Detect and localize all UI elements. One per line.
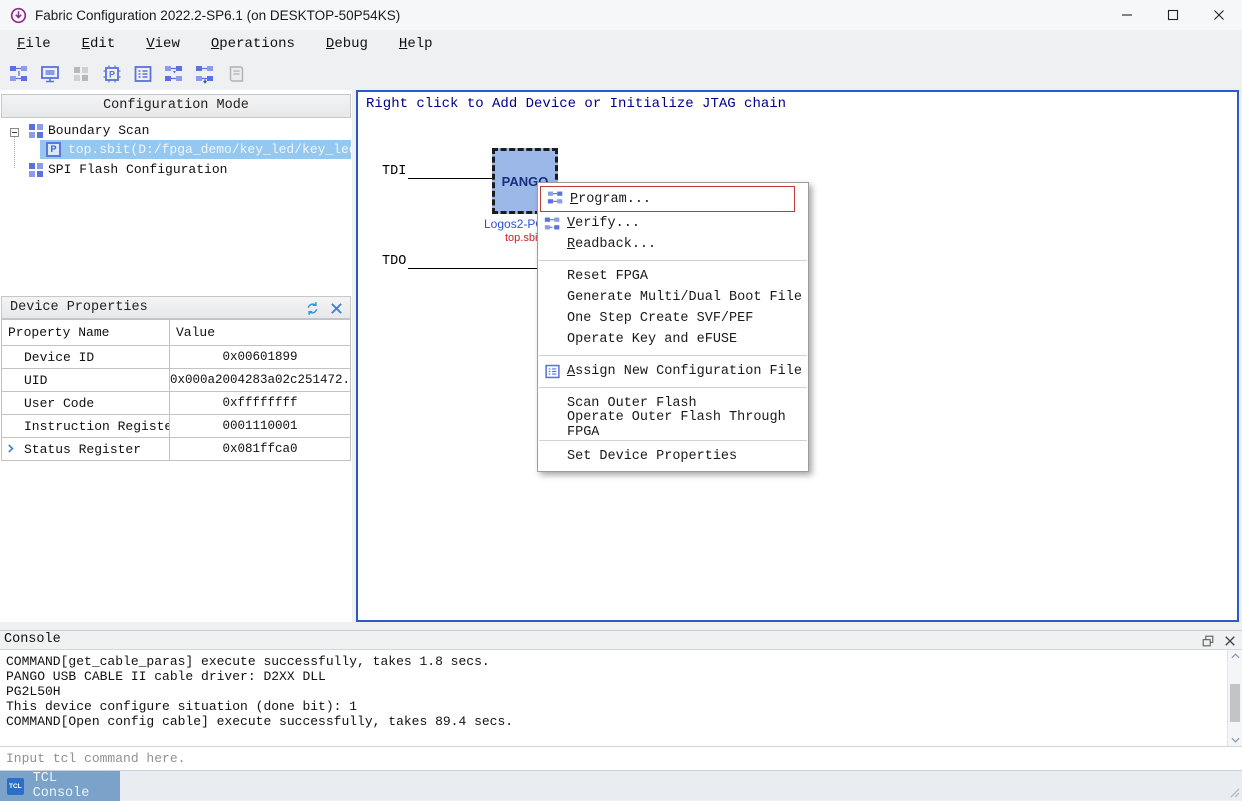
spi-flash-icon	[28, 162, 43, 177]
console-scrollbar[interactable]	[1227, 650, 1242, 746]
app-icon	[10, 7, 27, 24]
console-line: PG2L50H	[6, 684, 1222, 699]
configuration-mode-header: Configuration Mode	[1, 94, 351, 118]
tdo-label: TDO	[382, 254, 406, 269]
scrollbar-thumb[interactable]	[1230, 684, 1240, 722]
float-panel-icon[interactable]	[1200, 633, 1216, 649]
tcl-icon: TCL	[7, 778, 24, 795]
menu-item-readback[interactable]: Readback...	[538, 234, 808, 255]
configuration-mode-tree: Boundary Scan P top.sbit(D:/fpga_demo/ke…	[0, 118, 351, 288]
minimize-button[interactable]	[1104, 0, 1150, 30]
menu-file[interactable]: File	[12, 33, 56, 55]
expand-chevron-icon[interactable]	[7, 444, 16, 453]
verify-icon	[544, 215, 561, 232]
menu-item-verify[interactable]: Verify...	[538, 213, 808, 234]
maximize-button[interactable]	[1150, 0, 1196, 30]
close-button[interactable]	[1196, 0, 1242, 30]
window-controls	[1104, 0, 1242, 30]
menu-item-set-device-properties[interactable]: Set Device Properties	[538, 446, 808, 467]
menu-item-operate-outer-flash[interactable]: Operate Outer Flash Through FPGA	[538, 414, 808, 435]
tree-item-bitfile-selected[interactable]: P top.sbit(D:/fpga_demo/key_led/key_led/…	[40, 140, 351, 159]
collapse-icon[interactable]	[10, 128, 19, 137]
tdi-wire	[408, 178, 492, 179]
close-panel-icon[interactable]	[328, 300, 344, 316]
default-action-highlight: Program...	[540, 186, 795, 212]
log-file-icon[interactable]	[225, 64, 246, 85]
table-row[interactable]: UID 0x000a2004283a02c251472...	[2, 369, 351, 392]
menu-debug[interactable]: Debug	[321, 33, 373, 55]
menu-separator	[539, 387, 807, 388]
console-line: COMMAND[get_cable_paras] execute success…	[6, 654, 1222, 669]
menu-separator	[539, 440, 807, 441]
left-panel: Configuration Mode Boundary Scan P top.s…	[0, 90, 352, 622]
device-properties-header: Device Properties	[1, 296, 351, 319]
add-device-icon[interactable]: P	[101, 64, 122, 85]
menu-item-program[interactable]: Program...	[541, 187, 794, 211]
menu-separator	[539, 260, 807, 261]
fpga-chip-icon: P	[46, 142, 61, 157]
tdi-label: TDI	[382, 164, 406, 179]
device-properties-table: Property Name Value Device ID 0x00601899…	[1, 319, 351, 461]
device-bitfile-label: top.sbi	[505, 232, 537, 244]
table-header-row: Property Name Value	[2, 320, 351, 346]
menu-view[interactable]: View	[141, 33, 185, 55]
table-row[interactable]: Device ID 0x00601899	[2, 346, 351, 369]
titlebar: Fabric Configuration 2022.2-SP6.1 (on DE…	[0, 0, 1242, 30]
tree-item-boundary-scan[interactable]: Boundary Scan	[0, 121, 351, 140]
resize-grip[interactable]	[1228, 786, 1240, 798]
toolbar: P	[0, 58, 1242, 90]
program-device-icon[interactable]	[163, 64, 184, 85]
menu-operations[interactable]: Operations	[206, 33, 300, 55]
column-value: Value	[170, 320, 351, 346]
svg-text:P: P	[108, 70, 114, 80]
console-line: COMMAND[Open config cable] execute succe…	[6, 714, 1222, 729]
canvas-hint: Right click to Add Device or Initialize …	[366, 96, 786, 112]
menu-item-one-step-svf-pef[interactable]: One Step Create SVF/PEF	[538, 308, 808, 329]
config-cable-icon[interactable]	[39, 64, 60, 85]
tree-item-spi-flash[interactable]: SPI Flash Configuration	[0, 160, 351, 179]
program-all-devices-icon[interactable]	[194, 64, 215, 85]
menubar: File Edit View Operations Debug Help	[0, 30, 1242, 58]
tcl-input-row	[0, 746, 1242, 770]
close-console-icon[interactable]	[1222, 633, 1238, 649]
refresh-icon[interactable]	[304, 300, 320, 316]
devices-icon[interactable]	[70, 64, 91, 85]
console-header: Console	[0, 630, 1242, 650]
menu-item-generate-boot-file[interactable]: Generate Multi/Dual Boot File	[538, 287, 808, 308]
menu-item-reset-fpga[interactable]: Reset FPGA	[538, 266, 808, 287]
console-line: PANGO USB CABLE II cable driver: D2XX DL…	[6, 669, 1222, 684]
device-family-label: Logos2-PG	[484, 217, 545, 231]
console-title: Console	[4, 632, 61, 647]
assign-file-icon	[544, 363, 561, 380]
device-context-menu: Program... Verify... Readback... Reset F…	[537, 182, 809, 472]
menu-help[interactable]: Help	[394, 33, 438, 55]
menu-item-operate-key-efuse[interactable]: Operate Key and eFUSE	[538, 329, 808, 350]
init-jtag-chain-icon[interactable]	[8, 64, 29, 85]
console-log[interactable]: COMMAND[get_cable_paras] execute success…	[0, 650, 1242, 746]
tab-tcl-console[interactable]: TCL TCL Console	[0, 771, 120, 801]
configuration-file-icon[interactable]	[132, 64, 153, 85]
device-properties-title: Device Properties	[10, 300, 148, 315]
bottom-tab-bar: TCL TCL Console	[0, 770, 1242, 800]
menu-item-assign-configuration-file[interactable]: Assign New Configuration File	[538, 361, 808, 382]
table-row[interactable]: Status Register 0x081ffca0	[2, 438, 351, 461]
scroll-down-icon[interactable]	[1228, 734, 1242, 746]
boundary-scan-icon	[28, 123, 43, 138]
menu-separator	[539, 355, 807, 356]
menu-edit[interactable]: Edit	[77, 33, 121, 55]
program-icon	[547, 189, 564, 206]
table-row[interactable]: User Code 0xffffffff	[2, 392, 351, 415]
console-line: This device configure situation (done bi…	[6, 699, 1222, 714]
window-title: Fabric Configuration 2022.2-SP6.1 (on DE…	[35, 8, 400, 23]
tcl-command-input[interactable]	[0, 747, 1242, 770]
scroll-up-icon[interactable]	[1228, 650, 1242, 662]
column-property-name: Property Name	[2, 320, 170, 346]
table-row[interactable]: Instruction Register 0001110001	[2, 415, 351, 438]
